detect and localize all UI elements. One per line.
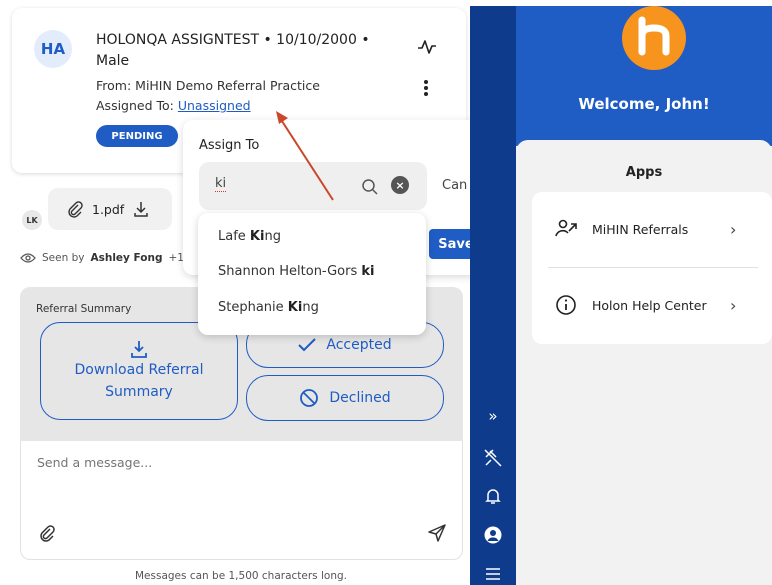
chevron-right-icon: › [730, 295, 737, 315]
apps-list: MiHIN Referrals › Holon Help Center › [532, 192, 772, 344]
more-options-icon[interactable] [418, 78, 434, 98]
welcome-header: Welcome, John! [516, 6, 772, 146]
message-composer [20, 441, 463, 560]
sender-avatar: LK [22, 210, 42, 230]
prohibited-icon [300, 389, 319, 407]
apps-section: Apps MiHIN Referrals › Holon Help Center [516, 140, 772, 585]
summary-title: Referral Summary [36, 303, 132, 315]
assignee-link[interactable]: Unassigned [178, 98, 251, 113]
message-input[interactable] [37, 455, 417, 470]
bell-icon[interactable] [483, 486, 503, 506]
referral-source: From: MiHIN Demo Referral Practice [96, 78, 320, 93]
assignee-option[interactable]: Lafe King [218, 229, 281, 244]
seen-by: Seen by Ashley Fong +1 [20, 252, 184, 264]
cancel-button[interactable]: Can [442, 178, 467, 193]
app-label: MiHIN Referrals [592, 221, 689, 237]
declined-button[interactable]: Declined [246, 375, 444, 421]
assignee-search-input[interactable]: ki [215, 177, 227, 192]
unpin-icon[interactable] [483, 448, 503, 468]
holon-logo [622, 6, 686, 70]
menu-icon[interactable] [483, 564, 503, 584]
assign-title: Assign To [199, 138, 260, 153]
user-arrow-icon [555, 219, 577, 237]
assigned-to-label: Assigned To: [96, 98, 178, 113]
patient-avatar: HA [34, 30, 72, 68]
eye-icon [20, 253, 36, 263]
welcome-text: Welcome, John! [578, 95, 710, 113]
apps-title: Apps [625, 165, 663, 180]
app-item-holon-help-center[interactable]: Holon Help Center › [532, 270, 772, 340]
download-summary-button[interactable]: Download Referral Summary [40, 322, 238, 420]
patient-name: HOLONQA ASSIGNTEST • 10/10/2000 • Male [96, 32, 370, 69]
seen-prefix: Seen by [42, 252, 85, 264]
app-label: Holon Help Center [592, 297, 707, 313]
app-item-mihin-referrals[interactable]: MiHIN Referrals › [532, 194, 772, 264]
download-summary-label: Download Referral Summary [74, 362, 204, 400]
declined-label: Declined [329, 390, 391, 406]
chevron-right-icon: › [730, 219, 737, 239]
download-icon [131, 341, 147, 358]
assignee-search-field[interactable]: ki × [199, 162, 427, 210]
seen-suffix: +1 [168, 252, 184, 264]
divider [548, 267, 758, 268]
download-icon[interactable] [132, 200, 150, 218]
assignee-option[interactable]: Shannon Helton-Gors ki [218, 264, 375, 279]
info-icon [556, 295, 576, 315]
attachment-name: 1.pdf [92, 201, 125, 217]
user-avatar-icon[interactable] [483, 525, 503, 545]
status-badge: PENDING [96, 125, 178, 147]
accepted-label: Accepted [326, 337, 392, 353]
expand-icon[interactable]: » [483, 406, 503, 426]
check-icon [298, 338, 317, 352]
seen-name: Ashley Fong [90, 252, 163, 264]
assignee-option[interactable]: Stephanie King [218, 300, 319, 315]
attach-icon[interactable] [37, 523, 57, 543]
clear-icon[interactable]: × [391, 176, 409, 194]
side-nav-strip: » [470, 6, 516, 585]
assigned-to: Assigned To: Unassigned [96, 98, 251, 113]
search-icon [362, 179, 378, 195]
apps-panel: Welcome, John! Apps MiHIN Referrals › Ho… [516, 6, 772, 585]
message-limit-note: Messages can be 1,500 characters long. [135, 570, 347, 582]
assignee-results: Lafe King Shannon Helton-Gors ki Stephan… [198, 213, 426, 335]
activity-icon[interactable] [417, 38, 437, 56]
attachment-chip[interactable]: 1.pdf [48, 188, 172, 230]
send-icon[interactable] [427, 523, 447, 543]
paperclip-icon [68, 201, 83, 218]
